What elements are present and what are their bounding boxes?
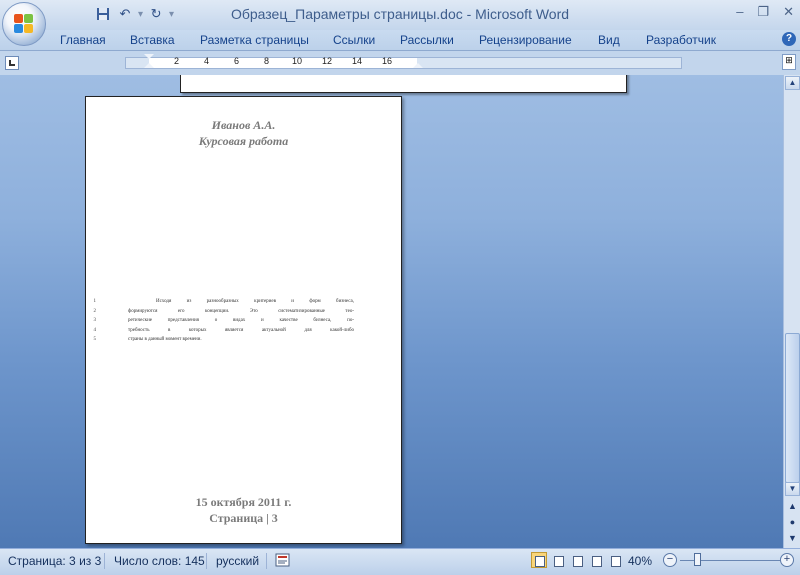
language-status[interactable]: русский bbox=[216, 554, 259, 568]
restore-button[interactable]: ❐ bbox=[757, 4, 769, 20]
window-controls: – ❐ ✕ bbox=[736, 4, 794, 20]
line-text: Исходя из разнообразных критериев и форм… bbox=[156, 299, 354, 304]
page-footer[interactable]: 15 октября 2011 г. Страница | 3 bbox=[86, 494, 401, 526]
zoom-slider-thumb[interactable] bbox=[694, 553, 701, 566]
text-line: 4 требность в которых является актуально… bbox=[94, 326, 355, 336]
status-divider bbox=[206, 553, 207, 569]
header-title: Курсовая работа bbox=[198, 134, 289, 148]
ruler-number: 14 bbox=[352, 56, 363, 66]
zoom-out-icon[interactable]: − bbox=[663, 553, 677, 567]
scroll-down-button[interactable]: ▼ bbox=[785, 482, 800, 496]
tab-review[interactable]: Рецензирование bbox=[479, 33, 572, 47]
zoom-in-icon[interactable]: + bbox=[780, 553, 794, 567]
outline-view-icon[interactable] bbox=[588, 552, 604, 568]
office-logo-icon bbox=[14, 14, 34, 34]
office-button[interactable] bbox=[2, 2, 46, 46]
document-page[interactable]: Иванов А.А. Курсовая работа 1 Исходя из … bbox=[85, 96, 402, 544]
window-title: Образец_Параметры страницы.doc - Microso… bbox=[230, 6, 570, 22]
tab-mailings[interactable]: Рассылки bbox=[400, 33, 454, 47]
previous-page-icon[interactable]: ▲ bbox=[785, 499, 800, 513]
word-count-status[interactable]: Число слов: 145 bbox=[114, 554, 205, 568]
status-bar: Страница: 3 из 3 Число слов: 145 русский… bbox=[0, 548, 800, 575]
zoom-level[interactable]: 40% bbox=[628, 554, 652, 568]
horizontal-ruler[interactable]: 2 4 6 8 10 12 14 16 bbox=[125, 54, 682, 69]
page-header[interactable]: Иванов А.А. Курсовая работа bbox=[86, 117, 401, 149]
status-divider bbox=[266, 553, 267, 569]
ruler-number: 16 bbox=[382, 56, 393, 66]
web-layout-view-icon[interactable] bbox=[569, 552, 585, 568]
page-count-status[interactable]: Страница: 3 из 3 bbox=[8, 554, 101, 568]
line-number: 5 bbox=[93, 337, 97, 342]
text-line: 1 Исходя из разнообразных критериев и фо… bbox=[94, 297, 355, 307]
line-number: 2 bbox=[93, 308, 97, 314]
title-bar: ↶ ▾ ↻ ▾ Образец_Параметры страницы.doc -… bbox=[0, 0, 800, 30]
line-number: 3 bbox=[93, 318, 97, 323]
text-line: 2 формируются его концепции. Это система… bbox=[94, 307, 355, 317]
first-line-indent-marker[interactable] bbox=[144, 54, 154, 59]
draft-view-icon[interactable] bbox=[607, 552, 623, 568]
scroll-up-button[interactable]: ▲ bbox=[785, 76, 800, 90]
line-number: 4 bbox=[93, 327, 97, 333]
tab-home[interactable]: Главная bbox=[60, 33, 106, 47]
line-text: ретические представления о видах и качес… bbox=[128, 318, 354, 323]
line-text: требность в которых является актуальной … bbox=[128, 327, 354, 333]
line-text: формируются его концепции. Это системати… bbox=[128, 308, 354, 314]
tab-selector-button[interactable] bbox=[5, 56, 19, 70]
header-author: Иванов А.А. bbox=[211, 118, 276, 132]
text-line: 5 страны в данный момент времени. bbox=[94, 335, 354, 345]
help-icon[interactable]: ? bbox=[782, 32, 796, 46]
body-paragraph[interactable]: 1 Исходя из разнообразных критериев и фо… bbox=[94, 297, 355, 345]
minimize-button[interactable]: – bbox=[736, 4, 743, 20]
next-page-icon[interactable]: ▼ bbox=[785, 531, 800, 545]
line-number: 1 bbox=[93, 299, 97, 304]
document-workspace[interactable]: Иванов А.А. Курсовая работа 1 Исходя из … bbox=[0, 75, 783, 548]
ruler-number: 4 bbox=[204, 56, 210, 66]
ruler-number: 8 bbox=[264, 56, 270, 66]
print-layout-view-icon[interactable] bbox=[531, 552, 547, 568]
ruler-text-area bbox=[149, 58, 417, 68]
proofing-icon[interactable] bbox=[275, 552, 291, 571]
full-screen-reading-view-icon[interactable] bbox=[550, 552, 566, 568]
view-ruler-icon[interactable]: ⊞ bbox=[782, 54, 796, 70]
tab-developer[interactable]: Разработчик bbox=[646, 33, 716, 47]
tab-view[interactable]: Вид bbox=[598, 33, 620, 47]
status-divider bbox=[104, 553, 105, 569]
ribbon-tabs: Главная Вставка Разметка страницы Ссылки… bbox=[0, 30, 800, 51]
left-indent-marker[interactable] bbox=[144, 63, 154, 68]
tab-page-layout[interactable]: Разметка страницы bbox=[200, 33, 309, 47]
ruler-row: 2 4 6 8 10 12 14 16 ⊞ bbox=[0, 51, 800, 75]
tab-insert[interactable]: Вставка bbox=[130, 33, 175, 47]
previous-page-bottom bbox=[180, 75, 627, 93]
close-button[interactable]: ✕ bbox=[783, 4, 794, 20]
ruler-number: 12 bbox=[322, 56, 333, 66]
ruler-number: 2 bbox=[174, 56, 180, 66]
vertical-scrollbar[interactable]: ▲ ▼ ▲ ● ▼ bbox=[783, 75, 800, 548]
line-text: страны в данный момент времени. bbox=[128, 337, 202, 342]
select-browse-object-icon[interactable]: ● bbox=[785, 515, 800, 529]
footer-date: 15 октября 2011 г. bbox=[195, 495, 292, 509]
footer-page-number: Страница | 3 bbox=[209, 511, 278, 525]
ruler-number: 10 bbox=[292, 56, 303, 66]
text-line: 3 ретические представления о видах и кач… bbox=[94, 316, 355, 326]
scroll-thumb[interactable] bbox=[785, 333, 800, 483]
ruler-number: 6 bbox=[234, 56, 240, 66]
tab-references[interactable]: Ссылки bbox=[333, 33, 375, 47]
right-indent-marker[interactable] bbox=[413, 63, 423, 68]
